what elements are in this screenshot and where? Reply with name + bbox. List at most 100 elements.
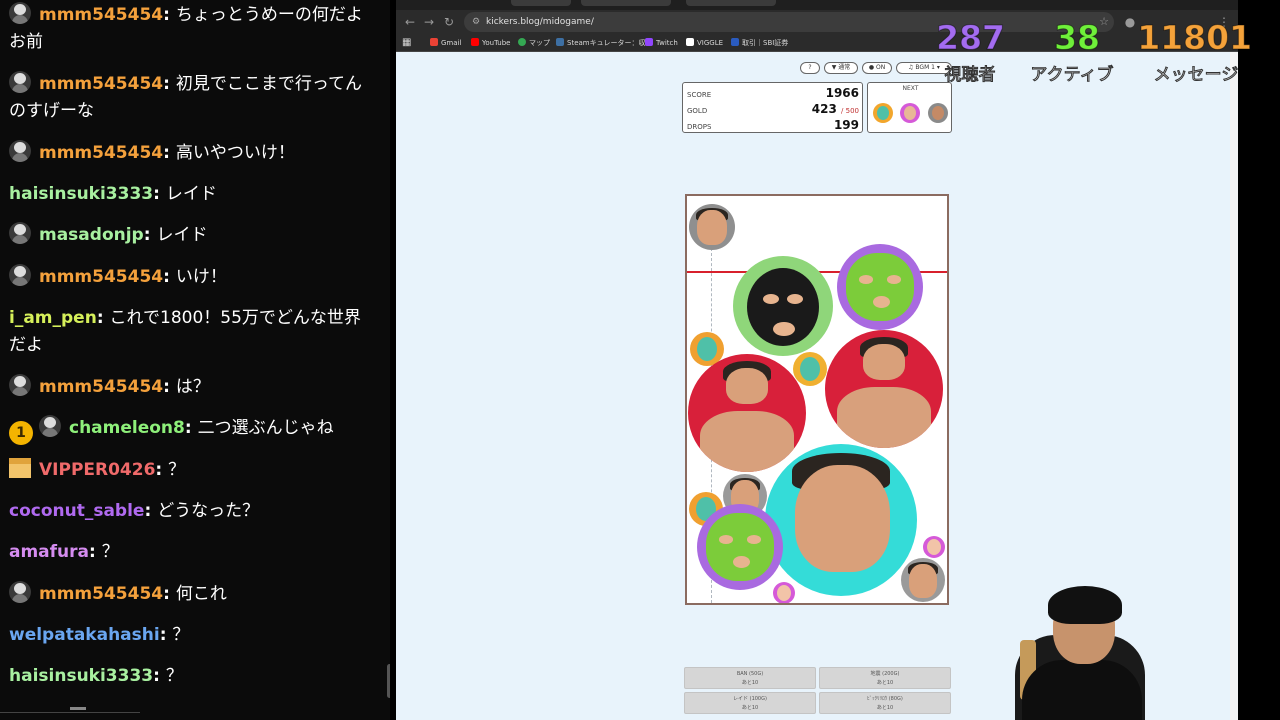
- chat-message: haisinsuki3333: ？: [9, 663, 381, 690]
- chat-text: レイド: [165, 184, 217, 204]
- bikkuri-button[interactable]: ﾋﾞｯｸﾘﾘﾛｳ (80G) あと10: [819, 692, 951, 714]
- browser-toolbar: ← → ↻ ⚙ kickers.blog/midogame/ ☆ ● ⋮: [396, 10, 1238, 34]
- bookmark-sbi[interactable]: 取引｜SBI証券: [731, 34, 788, 52]
- viewers-count: 287: [936, 18, 1006, 58]
- chat-username[interactable]: haisinsuki3333: [9, 184, 153, 204]
- address-bar[interactable]: ⚙ kickers.blog/midogame/: [464, 12, 1114, 32]
- chat-username[interactable]: i_am_pen: [9, 308, 97, 328]
- sub-badge-icon: 1: [9, 421, 33, 445]
- chat-username[interactable]: mmm545454: [39, 143, 163, 163]
- chat-separator: :: [153, 184, 166, 204]
- earthquake-button[interactable]: 地震 (200G) あと10: [819, 667, 951, 689]
- bookmark-youtube[interactable]: YouTube: [471, 34, 510, 52]
- twitch-icon: [645, 38, 653, 46]
- chat-username[interactable]: VIPPER0426: [39, 460, 155, 480]
- chat-username[interactable]: welpatakahashi: [9, 625, 160, 645]
- chat-text-continued: のすげーな: [9, 101, 94, 121]
- chat-separator: :: [163, 74, 176, 94]
- ban-button[interactable]: BAN (50G) あと10: [684, 667, 816, 689]
- chat-scrollbar[interactable]: [387, 664, 390, 698]
- score-value: 1966: [825, 86, 859, 100]
- chat-separator: :: [89, 542, 102, 562]
- chat-message: haisinsuki3333: レイド: [9, 181, 381, 208]
- chat-text: ？: [165, 666, 183, 686]
- game-playfield[interactable]: [685, 194, 949, 605]
- chat-message: i_am_pen: これで1800！55万でどんな世界だよ: [9, 305, 381, 359]
- next-ball: [873, 103, 893, 123]
- browser-tab[interactable]: [511, 0, 571, 6]
- chat-text: これで1800！55万でどんな世界: [109, 308, 361, 328]
- maps-icon: [518, 38, 526, 46]
- chat-text: 高いやついけ！: [175, 143, 295, 163]
- bookmark-steam[interactable]: Steamキュレーター：収...: [556, 34, 652, 52]
- chat-username[interactable]: mmm545454: [39, 584, 163, 604]
- chat-separator: :: [96, 308, 110, 328]
- page-scrollbar[interactable]: [1230, 52, 1238, 720]
- gold-value: 423: [811, 102, 837, 116]
- chat-message: amafura: ？: [9, 539, 381, 566]
- bookmark-viggle[interactable]: VIGGLE: [686, 34, 723, 52]
- help-button[interactable]: ?: [800, 62, 820, 74]
- chat-username[interactable]: mmm545454: [39, 5, 163, 25]
- sound-toggle[interactable]: ● ON: [862, 62, 892, 74]
- forward-icon[interactable]: →: [421, 14, 437, 30]
- next-ball: [900, 103, 920, 123]
- steam-icon: [556, 38, 564, 46]
- chat-text-continued: お前: [9, 32, 43, 52]
- avatar-icon: [9, 581, 31, 603]
- chat-separator: :: [155, 460, 169, 480]
- chat-text-continued: だよ: [9, 335, 43, 355]
- chat-separator: :: [163, 143, 176, 163]
- chat-username[interactable]: mmm545454: [39, 377, 163, 397]
- chat-separator: :: [163, 267, 176, 287]
- bookmark-maps[interactable]: マップ: [518, 34, 550, 52]
- gold-row: GOLD 423 / 500: [687, 102, 859, 116]
- streamer-body: [1022, 660, 1142, 720]
- held-ball[interactable]: [689, 204, 735, 250]
- reload-icon[interactable]: ↻: [441, 14, 457, 30]
- chat-separator: :: [184, 418, 198, 438]
- bookmarks-bar: ▦ Gmail YouTube マップ Steamキュレーター：収... Twi…: [396, 34, 1238, 52]
- chat-separator: :: [163, 584, 176, 604]
- speed-button[interactable]: ▼ 通常: [824, 62, 858, 74]
- apps-grid-icon[interactable]: ▦: [402, 34, 411, 52]
- webcam-feed: [1000, 580, 1150, 720]
- gift-icon: [9, 458, 31, 478]
- chat-separator: :: [144, 501, 158, 521]
- bookmark-twitch[interactable]: Twitch: [645, 34, 678, 52]
- chat-separator: :: [153, 666, 166, 686]
- chat-username[interactable]: mmm545454: [39, 267, 163, 287]
- sbi-icon: [731, 38, 739, 46]
- chat-username[interactable]: mmm545454: [39, 74, 163, 94]
- browser-tab[interactable]: [686, 0, 776, 6]
- drops-row: DROPS 199: [687, 118, 859, 132]
- score-row: SCORE 1966: [687, 86, 859, 100]
- score-panel: SCORE 1966 GOLD 423 / 500 DROPS 199: [682, 82, 863, 133]
- chat-separator: :: [159, 625, 173, 645]
- chat-username[interactable]: chameleon8: [69, 418, 185, 438]
- browser-tab[interactable]: [581, 0, 671, 6]
- chat-username[interactable]: haisinsuki3333: [9, 666, 153, 686]
- chat-text: どうなった？: [157, 501, 260, 521]
- chat-text: 初見でここまで行ってん: [175, 74, 362, 94]
- site-info-icon[interactable]: ⚙: [472, 12, 480, 32]
- raid-button[interactable]: レイド (100G) あと10: [684, 692, 816, 714]
- avatar-icon: [9, 2, 31, 24]
- chat-message: mmm545454: 高いやついけ！: [9, 140, 381, 167]
- back-icon[interactable]: ←: [402, 14, 418, 30]
- chat-message: mmm545454: 何これ: [9, 581, 381, 608]
- chat-panel: mmm545454: ちょっとうめーの何だよ お前 mmm545454: 初見でここ…: [0, 0, 390, 720]
- bookmark-gmail[interactable]: Gmail: [430, 34, 461, 52]
- chat-username[interactable]: coconut_sable: [9, 501, 144, 521]
- drops-value: 199: [833, 118, 859, 132]
- next-ball: [928, 103, 948, 123]
- chat-username[interactable]: masadonjp: [39, 225, 144, 245]
- chat-username[interactable]: amafura: [9, 542, 89, 562]
- ball-masked-face: [733, 256, 833, 356]
- avatar-icon: [9, 264, 31, 286]
- avatar-icon: [9, 374, 31, 396]
- ball-cyan-face: [765, 444, 917, 596]
- ball-small: [793, 352, 827, 386]
- chat-message: mmm545454: は？: [9, 374, 381, 401]
- chat-separator: :: [163, 377, 176, 397]
